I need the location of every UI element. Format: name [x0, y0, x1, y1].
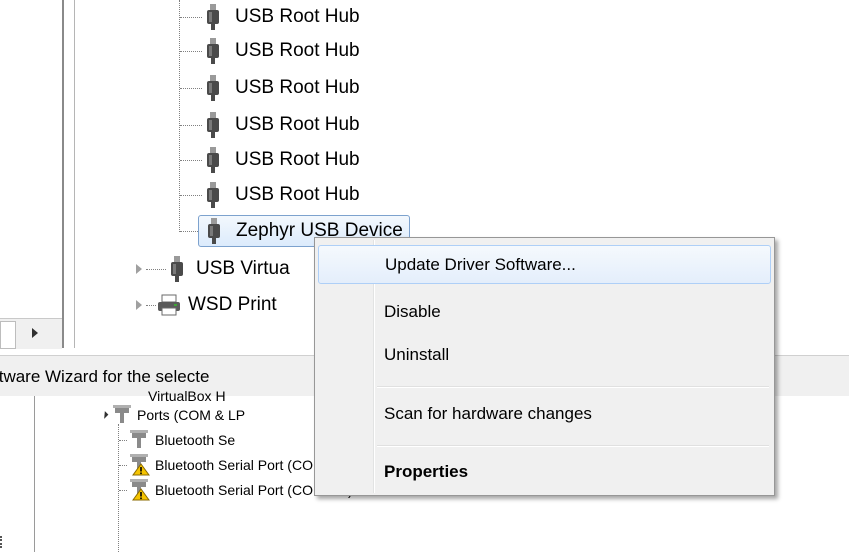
menu-separator: [377, 386, 769, 388]
usb-device-icon: [207, 147, 219, 173]
menu-item-label: Update Driver Software...: [385, 254, 576, 274]
printer-icon: [158, 294, 180, 316]
horizontal-scrollbar[interactable]: [0, 318, 62, 349]
port-icon: [130, 430, 148, 448]
tree-item-label: VirtualBox H: [148, 388, 226, 404]
usb-device-icon: [207, 4, 219, 30]
tree-item-usb-virtual[interactable]: USB Virtua: [136, 252, 290, 286]
collapse-arrow-icon[interactable]: [100, 411, 109, 419]
tree-item-label: USB Root Hub: [235, 6, 360, 27]
usb-device-icon: [207, 38, 219, 64]
menu-item-properties[interactable]: Properties: [318, 453, 769, 490]
tree-item-label: USB Root Hub: [235, 184, 360, 205]
expand-arrow-icon[interactable]: [136, 264, 142, 274]
tree-item-label: USB Root Hub: [235, 149, 360, 170]
tree-item-label: WSD Print: [188, 294, 277, 315]
tree-item-usb-root-hub[interactable]: USB Root Hub: [180, 108, 360, 142]
pane-divider: [62, 0, 64, 348]
tree-item-usb-root-hub[interactable]: USB Root Hub: [180, 0, 360, 34]
tree-item-label: USB Root Hub: [235, 114, 360, 135]
tree-item-label: USB Root Hub: [235, 77, 360, 98]
tree-item-ports[interactable]: Ports (COM & LP: [100, 403, 246, 427]
tree-item-wsd-print[interactable]: WSD Print: [136, 288, 277, 322]
tree-item-label: Bluetooth Se: [155, 432, 236, 448]
menu-item-label: Disable: [384, 301, 441, 321]
scroll-right-arrow-icon[interactable]: [32, 328, 38, 338]
tree-item-label: USB Virtua: [196, 258, 290, 279]
expand-arrow-icon[interactable]: [136, 300, 142, 310]
warning-port-icon: [130, 479, 150, 501]
usb-device-icon: [208, 218, 220, 244]
menu-item-scan-hardware[interactable]: Scan for hardware changes: [318, 395, 769, 432]
usb-device-icon: [207, 112, 219, 138]
warning-port-icon: [130, 454, 150, 476]
usb-device-icon: [207, 75, 219, 101]
usb-device-icon: [171, 256, 183, 282]
clipped-fragment: [0, 536, 8, 548]
tree-item-label: USB Root Hub: [235, 40, 360, 61]
menu-item-uninstall[interactable]: Uninstall: [318, 336, 769, 373]
tree-item-usb-root-hub[interactable]: USB Root Hub: [180, 178, 360, 212]
scrollbar-thumb[interactable]: [0, 321, 16, 349]
pane-divider-inner: [74, 0, 75, 348]
context-menu: Update Driver Software... Disable Uninst…: [314, 237, 775, 496]
menu-item-disable[interactable]: Disable: [318, 293, 769, 330]
tree-item-label: Ports (COM & LP: [137, 407, 246, 423]
tree-item-usb-root-hub[interactable]: USB Root Hub: [180, 143, 360, 177]
pane-divider: [34, 396, 35, 552]
tree-item-usb-root-hub[interactable]: USB Root Hub: [180, 34, 360, 68]
menu-separator: [377, 445, 769, 447]
port-icon: [113, 405, 131, 423]
menu-item-label: Properties: [384, 461, 469, 481]
tree-item-bluetooth-serial-port[interactable]: Bluetooth Se: [119, 428, 235, 452]
usb-device-icon: [207, 182, 219, 208]
menu-item-update-driver[interactable]: Update Driver Software...: [318, 245, 771, 284]
tree-item-usb-root-hub[interactable]: USB Root Hub: [180, 71, 360, 105]
menu-item-label: Uninstall: [384, 344, 450, 364]
menu-item-label: Scan for hardware changes: [384, 403, 592, 423]
